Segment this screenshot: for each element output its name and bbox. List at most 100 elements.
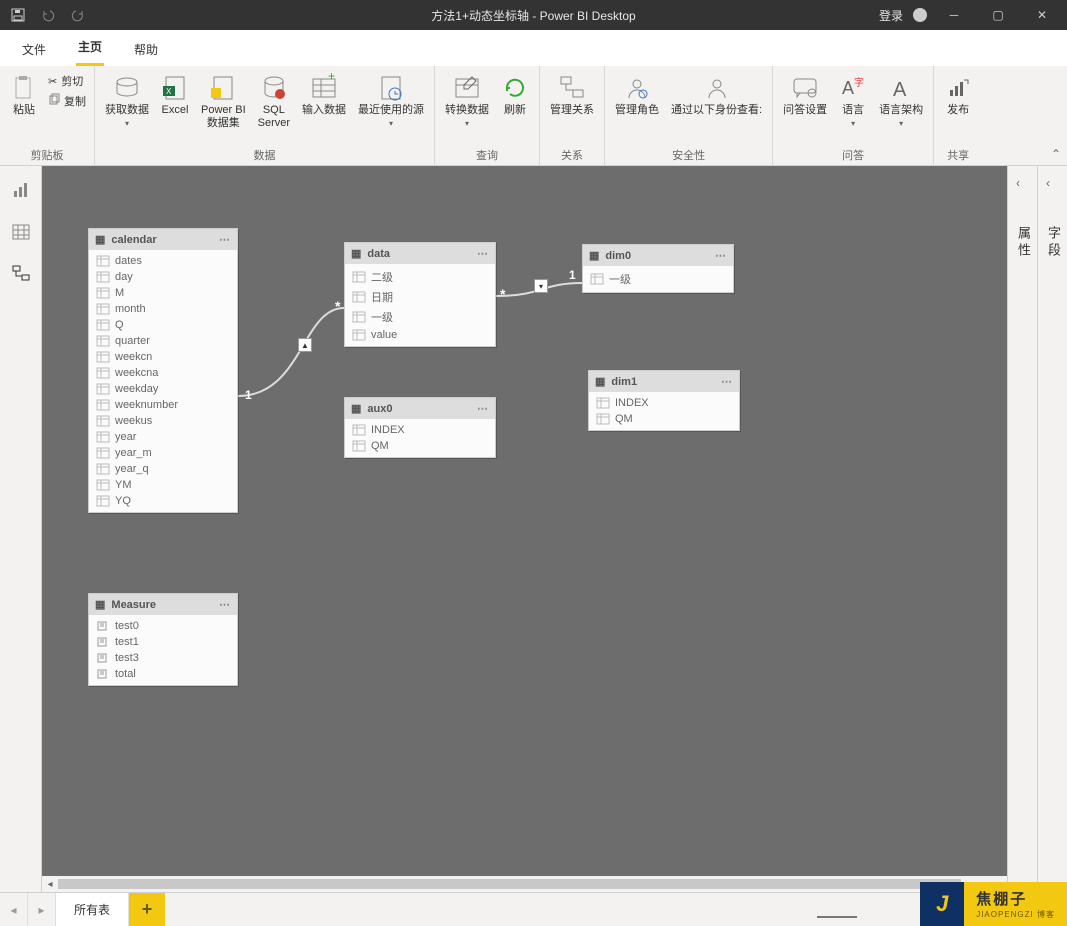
menu-help[interactable]: 帮助 <box>132 33 160 66</box>
measure-field[interactable]: test3 <box>89 650 237 666</box>
rel-cardinality-one: 1 <box>569 268 576 282</box>
column-field[interactable]: 一级 <box>583 269 733 289</box>
table-icon: ▦ <box>95 598 105 611</box>
table-measure[interactable]: ▦Measure⋯ test0test1test3total <box>88 593 238 686</box>
publish-icon <box>944 74 972 102</box>
publish-button[interactable]: 发布 <box>940 72 976 119</box>
view-as-button[interactable]: 通过以下身份查看: <box>667 72 766 119</box>
chevron-left-icon: ‹ <box>1046 176 1050 190</box>
manage-roles-button[interactable]: 管理角色 <box>611 72 663 119</box>
column-field[interactable]: 二级 <box>345 267 495 287</box>
sql-button[interactable]: SQL Server <box>254 72 294 132</box>
scroll-left-button[interactable]: ◂ <box>42 876 58 892</box>
horizontal-scrollbar[interactable]: ◂ ▸ <box>42 876 1007 892</box>
refresh-button[interactable]: 刷新 <box>497 72 533 119</box>
column-field[interactable]: 日期 <box>345 287 495 307</box>
manage-relationships-button[interactable]: 管理关系 <box>546 72 598 119</box>
table-menu-button[interactable]: ⋯ <box>477 402 489 415</box>
excel-button[interactable]: XExcel <box>157 72 193 119</box>
sheet-prev-button[interactable]: ◂ <box>0 893 28 926</box>
table-dim1[interactable]: ▦dim1⋯ INDEXQM <box>588 370 740 431</box>
table-menu-button[interactable]: ⋯ <box>715 249 727 262</box>
svg-text:+: + <box>328 69 335 83</box>
column-field[interactable]: YM <box>89 477 237 493</box>
column-field[interactable]: year_q <box>89 461 237 477</box>
paste-button[interactable]: 粘贴 <box>6 72 42 119</box>
qa-settings-button[interactable]: 问答设置 <box>779 72 831 119</box>
table-icon: ▦ <box>589 249 599 262</box>
table-menu-button[interactable]: ⋯ <box>219 598 231 611</box>
column-field[interactable]: month <box>89 301 237 317</box>
model-canvas[interactable]: 1 ▲ * * ▾ 1 ▦calendar⋯ datesdayMmonthQqu… <box>42 166 1007 876</box>
getdata-button[interactable]: 获取数据▾ <box>101 72 153 130</box>
menu-file[interactable]: 文件 <box>20 33 48 66</box>
ribbon-collapse-button[interactable]: ⌃ <box>1051 147 1061 161</box>
column-field[interactable]: day <box>89 269 237 285</box>
save-icon[interactable] <box>10 7 26 23</box>
table-menu-button[interactable]: ⋯ <box>477 247 489 260</box>
transform-button[interactable]: 转换数据▾ <box>441 72 493 130</box>
table-aux0[interactable]: ▦aux0⋯ INDEXQM <box>344 397 496 458</box>
menu-home[interactable]: 主页 <box>76 30 104 66</box>
chevron-left-icon: ‹ <box>1016 176 1020 190</box>
svg-text:A: A <box>893 79 907 101</box>
properties-pane-collapsed[interactable]: ‹ 属性 <box>1007 166 1037 892</box>
column-field[interactable]: year <box>89 429 237 445</box>
column-field[interactable]: INDEX <box>589 395 739 411</box>
ribbon-group-clipboard: 粘贴 ✂剪切 复制 剪贴板 <box>0 66 95 165</box>
column-field[interactable]: Q <box>89 317 237 333</box>
sheet-tab-all-tables[interactable]: 所有表 <box>56 893 129 926</box>
column-field[interactable]: weekus <box>89 413 237 429</box>
model-view-button[interactable] <box>9 262 33 286</box>
measure-field[interactable]: test0 <box>89 618 237 634</box>
column-field[interactable]: weekday <box>89 381 237 397</box>
title-bar: 方法1+动态坐标轴 - Power BI Desktop 登录 ─ ▢ ✕ <box>0 0 1067 30</box>
column-field[interactable]: dates <box>89 253 237 269</box>
maximize-button[interactable]: ▢ <box>981 0 1015 30</box>
table-dim0[interactable]: ▦dim0⋯ 一级 <box>582 244 734 293</box>
table-menu-button[interactable]: ⋯ <box>219 233 231 246</box>
table-menu-button[interactable]: ⋯ <box>721 375 733 388</box>
enter-data-icon: + <box>310 74 338 102</box>
minimize-button[interactable]: ─ <box>937 0 971 30</box>
column-field[interactable]: M <box>89 285 237 301</box>
avatar-icon[interactable] <box>913 8 927 22</box>
zoom-slider[interactable] <box>817 916 857 918</box>
table-data[interactable]: ▦data⋯ 二级日期一级value <box>344 242 496 347</box>
table-calendar[interactable]: ▦calendar⋯ datesdayMmonthQquarterweekcnw… <box>88 228 238 513</box>
column-field[interactable]: quarter <box>89 333 237 349</box>
close-button[interactable]: ✕ <box>1025 0 1059 30</box>
recent-icon <box>377 74 405 102</box>
column-field[interactable]: weekcn <box>89 349 237 365</box>
column-field[interactable]: value <box>345 327 495 343</box>
language-button[interactable]: A字语言▾ <box>835 72 871 130</box>
language-icon: A字 <box>839 74 867 102</box>
workspace: 1 ▲ * * ▾ 1 ▦calendar⋯ datesdayMmonthQqu… <box>0 166 1067 892</box>
rel-cardinality-one: 1 <box>245 388 252 402</box>
cut-button[interactable]: ✂剪切 <box>46 72 88 90</box>
measure-field[interactable]: total <box>89 666 237 682</box>
column-field[interactable]: INDEX <box>345 422 495 438</box>
add-sheet-button[interactable]: + <box>129 893 165 926</box>
scissors-icon: ✂ <box>48 75 57 88</box>
pbi-dataset-button[interactable]: Power BI 数据集 <box>197 72 250 132</box>
schema-button[interactable]: A语言架构▾ <box>875 72 927 130</box>
undo-icon[interactable] <box>40 7 56 23</box>
copy-button[interactable]: 复制 <box>46 92 88 110</box>
column-field[interactable]: 一级 <box>345 307 495 327</box>
login-link[interactable]: 登录 <box>879 7 903 24</box>
measure-field[interactable]: test1 <box>89 634 237 650</box>
column-field[interactable]: YQ <box>89 493 237 509</box>
recent-sources-button[interactable]: 最近使用的源▾ <box>354 72 428 130</box>
column-field[interactable]: QM <box>589 411 739 427</box>
column-field[interactable]: weekcna <box>89 365 237 381</box>
column-field[interactable]: QM <box>345 438 495 454</box>
sheet-next-button[interactable]: ▸ <box>28 893 56 926</box>
enter-data-button[interactable]: +输入数据 <box>298 72 350 119</box>
column-field[interactable]: year_m <box>89 445 237 461</box>
data-view-button[interactable] <box>9 220 33 244</box>
report-view-button[interactable] <box>9 178 33 202</box>
redo-icon[interactable] <box>70 7 86 23</box>
fields-pane-collapsed[interactable]: ‹ 字段 <box>1037 166 1067 892</box>
column-field[interactable]: weeknumber <box>89 397 237 413</box>
